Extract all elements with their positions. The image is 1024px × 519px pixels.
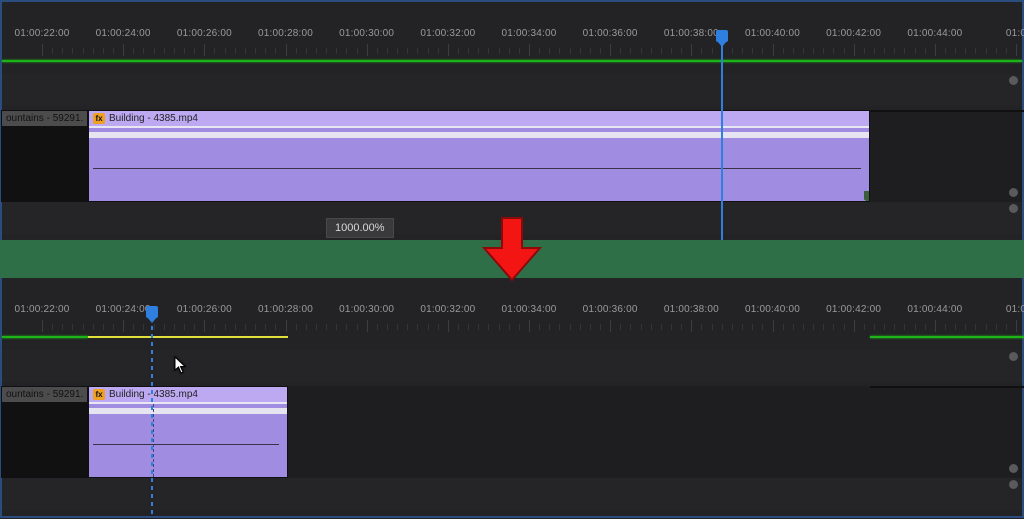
time-ruler[interactable]: 01:00:22:00 01:00:24:00 01:00:26:00 01:00:2… — [2, 302, 1022, 336]
clip-body — [89, 126, 869, 201]
scroll-dot-icon — [1009, 188, 1018, 197]
clip-label: Building - 4385.mp4 — [109, 113, 198, 124]
ruler-tick-label: 01:00:28:00 — [258, 28, 313, 39]
clip-header: ountains - 59291.mp4 — [2, 111, 87, 126]
ruler-tick-label: 01:00:32:00 — [420, 28, 475, 39]
clip-building[interactable]: fx Building - 4385.mp4 — [88, 110, 870, 202]
timeline-panel-before[interactable]: 01:00:22:00 01:00:24:00 01:00:26:00 01:00:2… — [0, 0, 1024, 240]
ruler-tick-label: 01:00:40:00 — [745, 28, 800, 39]
ruler-tick — [204, 320, 205, 332]
clip-label: ountains - 59291.mp4 — [6, 389, 83, 400]
ruler-tick — [286, 44, 287, 56]
ruler-tick — [854, 44, 855, 56]
ruler-tick-label: 01:00:38:00 — [664, 304, 719, 315]
scroll-dot-icon — [1009, 76, 1018, 85]
clip-mountains[interactable]: ountains - 59291.mp4 — [1, 110, 88, 202]
ruler-tick — [935, 320, 936, 332]
ruler-tick-label: 01:00:26:00 — [177, 304, 232, 315]
clip-body — [89, 402, 287, 477]
timeline-panel-after[interactable]: 01:00:22:00 01:00:24:00 01:00:26:00 01:00:2… — [0, 278, 1024, 518]
ruler-tick-label: 01:00:24:00 — [96, 28, 151, 39]
ruler-tick — [854, 320, 855, 332]
ruler-tick — [935, 44, 936, 56]
ruler-tick — [42, 320, 43, 332]
ruler-tick — [610, 44, 611, 56]
clip-header: fx Star - 6962.mp4 — [871, 111, 1024, 112]
ruler-tick-label: 01:00:34:00 — [501, 28, 556, 39]
ruler-tick-label: 01:00:30:00 — [339, 28, 394, 39]
scroll-dot-icon — [1009, 352, 1018, 361]
ruler-tick-label: 01:0 — [1006, 28, 1024, 39]
clip-building[interactable]: fx Building - 4385.mp4 — [88, 386, 288, 478]
ruler-tick — [773, 320, 774, 332]
ruler-tick — [286, 320, 287, 332]
ruler-tick-label: 01:00:22:00 — [14, 304, 69, 315]
track-lane-spacer — [2, 350, 1022, 382]
clip-header: fx Star - 6962.mp4 — [871, 387, 1024, 388]
clip-header: ountains - 59291.mp4 — [2, 387, 87, 402]
transform-arrow-icon — [480, 214, 544, 289]
clip-label: Building - 4385.mp4 — [109, 389, 198, 400]
track-lane-audio — [2, 478, 1022, 510]
ruler-tick-label: 01:00:28:00 — [258, 304, 313, 315]
ruler-tick — [123, 44, 124, 56]
ruler-tick — [448, 44, 449, 56]
render-indicator-warn — [88, 336, 288, 338]
ruler-tick-label: 01:00:42:00 — [826, 304, 881, 315]
scroll-dot-icon — [1009, 204, 1018, 213]
ruler-tick-label: 01:00:38:00 — [664, 28, 719, 39]
ruler-tick-label: 01:00:30:00 — [339, 304, 394, 315]
ruler-tick-label: 01:00:26:00 — [177, 28, 232, 39]
render-indicator — [2, 336, 88, 338]
ruler-tick — [123, 320, 124, 332]
ruler-tick-label: 01:0 — [1006, 304, 1024, 315]
ruler-tick — [204, 44, 205, 56]
render-indicator — [2, 60, 1022, 62]
ruler-tick — [529, 44, 530, 56]
track-lane-video[interactable]: ountains - 59291.mp4 fx Building - 4385.… — [2, 110, 1022, 202]
speed-badge: 1000.00% — [326, 218, 394, 238]
ruler-tick — [42, 44, 43, 56]
clip-header: fx Building - 4385.mp4 — [89, 111, 869, 126]
ruler-tick — [691, 320, 692, 332]
ruler-tick — [529, 320, 530, 332]
comparison-viewport: 01:00:22:00 01:00:24:00 01:00:26:00 01:00:2… — [0, 0, 1024, 519]
ruler-tick-label: 01:00:44:00 — [907, 304, 962, 315]
ruler-tick — [691, 44, 692, 56]
ruler-tick-label: 01:00:24:00 — [96, 304, 151, 315]
ruler-tick-label: 01:00:22:00 — [14, 28, 69, 39]
clip-star[interactable]: fx Star - 6962.mp4 — [870, 110, 1024, 112]
clip-mountains[interactable]: ountains - 59291.mp4 — [1, 386, 88, 478]
ruler-tick — [367, 320, 368, 332]
ruler-tick — [367, 44, 368, 56]
fx-badge-icon: fx — [93, 389, 105, 400]
ruler-tick — [448, 320, 449, 332]
ruler-tick-label: 01:00:32:00 — [420, 304, 475, 315]
ruler-tick — [1016, 320, 1017, 332]
ruler-tick-label: 01:00:40:00 — [745, 304, 800, 315]
track-lane-spacer — [2, 74, 1022, 106]
ruler-tick-label: 01:00:36:00 — [583, 28, 638, 39]
track-lane-video[interactable]: ountains - 59291.mp4 fx Building - 4385.… — [2, 386, 1022, 478]
fx-badge-icon: fx — [93, 113, 105, 124]
render-indicator — [870, 336, 1024, 338]
time-ruler[interactable]: 01:00:22:00 01:00:24:00 01:00:26:00 01:00:2… — [2, 26, 1022, 60]
slice-line — [153, 404, 154, 477]
ruler-ticks: 01:00:22:0001:00:24:0001:00:26:0001:00:2… — [2, 44, 1022, 58]
ruler-tick-label: 01:00:44:00 — [907, 28, 962, 39]
ruler-tick-label: 01:00:36:00 — [583, 304, 638, 315]
ruler-tick — [610, 320, 611, 332]
ruler-tick-label: 01:00:42:00 — [826, 28, 881, 39]
scroll-dot-icon — [1009, 480, 1018, 489]
ruler-tick — [773, 44, 774, 56]
ruler-tick-label: 01:00:34:00 — [501, 304, 556, 315]
clip-label: ountains - 59291.mp4 — [6, 113, 83, 124]
clip-header: fx Building - 4385.mp4 — [89, 387, 287, 402]
ruler-ticks: 01:00:22:0001:00:24:0001:00:26:0001:00:2… — [2, 320, 1022, 334]
scroll-dot-icon — [1009, 464, 1018, 473]
clip-star[interactable]: fx Star - 6962.mp4 — [870, 386, 1024, 388]
ruler-tick — [1016, 44, 1017, 56]
tracks-area: ountains - 59291.mp4 fx Building - 4385.… — [2, 350, 1022, 516]
